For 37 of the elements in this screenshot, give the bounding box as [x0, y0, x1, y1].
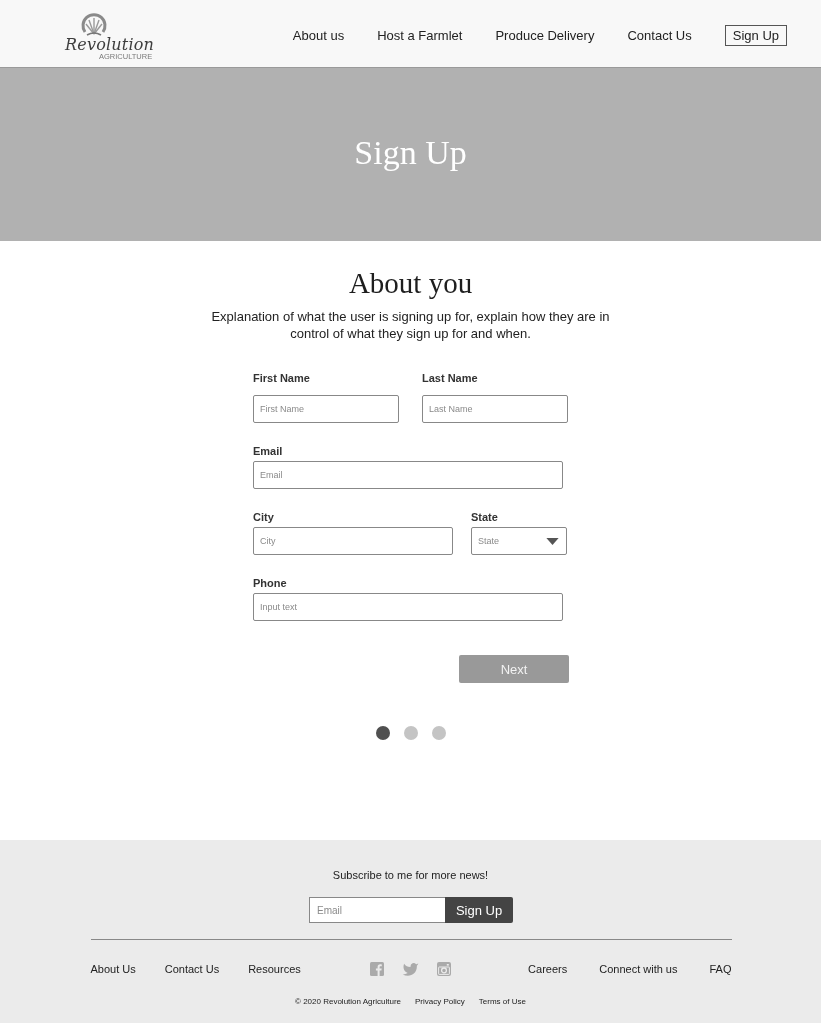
nav-signup-button[interactable]: Sign Up [724, 24, 787, 46]
caret-icon [546, 537, 559, 545]
bird-icon[interactable] [401, 962, 419, 976]
section-description: Explanation of what the user is signing up for, explain how they are in control of what they sign up for and when. [210, 308, 611, 342]
hero-title: Sign Up [354, 134, 467, 173]
text-input-field[interactable]: Input text [253, 593, 563, 621]
text-input-field[interactable]: Last Name [422, 395, 568, 423]
footer-link[interactable]: Contact Us [164, 962, 220, 976]
subscribe-button[interactable]: Sign Up [445, 897, 513, 923]
copyright-text: © 2020 Revolution Agriculture [295, 997, 401, 1007]
nav-link[interactable]: About us [292, 27, 345, 43]
field-label: First Name [253, 371, 311, 385]
footer-link[interactable]: About Us [90, 962, 136, 976]
legal-link[interactable]: Terms of Use [478, 997, 526, 1007]
footer-link[interactable]: Connect with us [599, 962, 678, 976]
nav-link[interactable]: Contact Us [627, 27, 692, 43]
select-field[interactable]: State [471, 527, 567, 555]
subscribe-text: Subscribe to me for more news! [332, 868, 489, 882]
field-label: Phone [253, 576, 288, 590]
nav-link[interactable]: Produce Delivery [495, 27, 595, 43]
field-label: Last Name [422, 371, 479, 385]
section-heading: About you [348, 266, 473, 300]
f-logo-icon[interactable] [369, 962, 384, 976]
footer-link[interactable]: Resources [248, 962, 301, 976]
text-input-field[interactable]: City [253, 527, 453, 555]
field-label: State [471, 510, 499, 524]
field-label: City [253, 510, 275, 524]
text-input-field[interactable]: First Name [253, 395, 399, 423]
email-input-field[interactable]: Email [309, 897, 445, 923]
nav-link[interactable]: Host a Farmlet [377, 27, 463, 43]
field-label: Email [253, 444, 284, 458]
footer-link[interactable]: Careers [528, 962, 568, 976]
legal-link[interactable]: Privacy Policy [415, 997, 465, 1007]
camera-icon[interactable] [436, 962, 451, 976]
text-input-field[interactable]: Email [253, 461, 563, 489]
footer-link[interactable]: FAQ [709, 962, 732, 976]
logo-wordmark: Revolution [65, 37, 155, 53]
